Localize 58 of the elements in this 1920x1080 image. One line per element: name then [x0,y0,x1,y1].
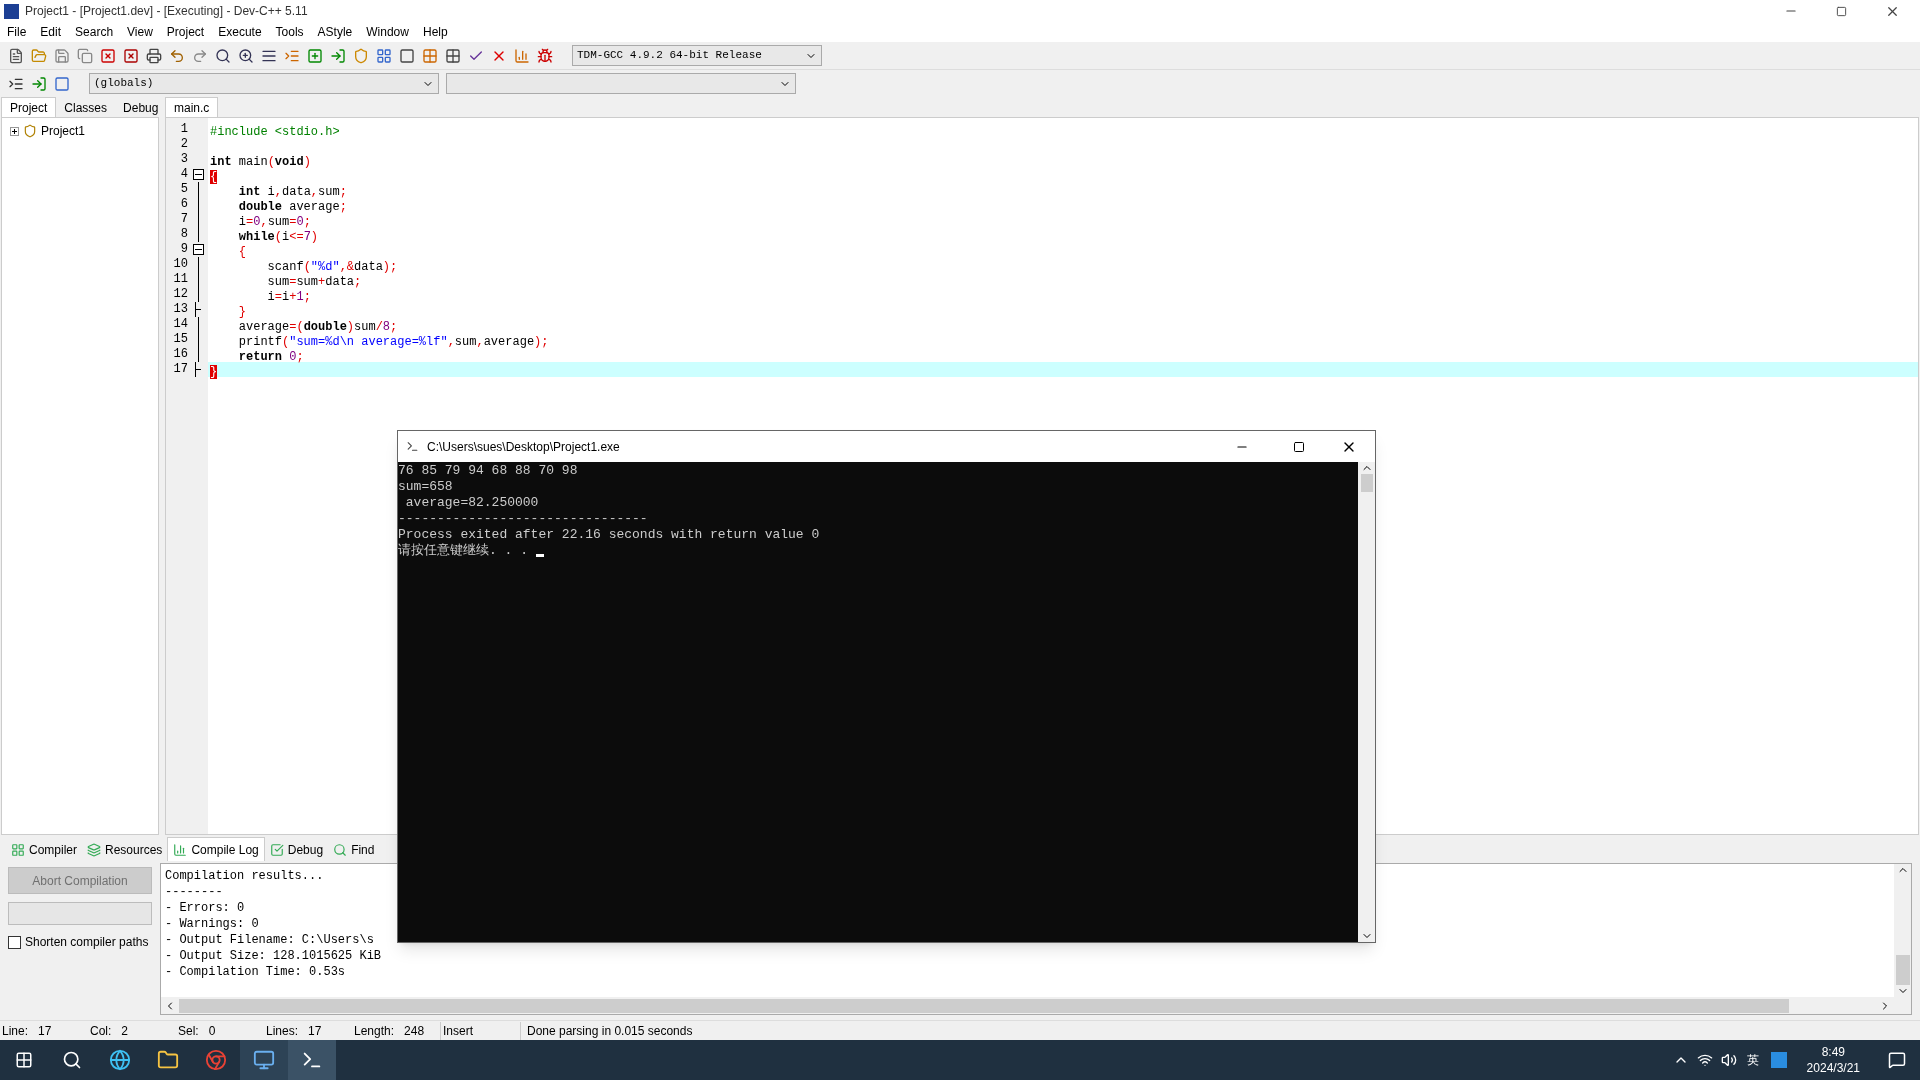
status-label: Line: [2,1022,29,1040]
line-number: 17 [172,362,189,377]
status-label: Length: [354,1022,395,1040]
code-line: i=i+1; [266,290,311,304]
line-number: 9 [179,242,189,257]
status-value: Done parsing in 0.015 seconds [527,1023,693,1038]
status-label: Col: [90,1022,112,1040]
log-line: - Errors: 0 [165,900,245,916]
status-value: 17 [38,1022,52,1040]
log-line: - Output Filename: C:\Users\s [165,932,374,948]
log-line: - Compilation Time: 0.53s [165,964,346,980]
line-number: 7 [179,212,189,227]
line-number: 11 [172,272,189,287]
code-line: int i,data,sum; [237,185,347,199]
line-number: 12 [172,287,189,302]
code-line: #include <stdio.h> [210,125,340,139]
code-line: int main(void) [210,155,311,169]
line-number: 3 [179,152,189,167]
line-number: 10 [172,257,189,272]
line-number: 6 [179,197,189,212]
line-number: 4 [179,167,189,182]
code-line: } [237,305,246,319]
status-value: Insert [443,1023,473,1038]
line-number: 13 [172,302,189,317]
code-line: sum=sum+data; [266,275,362,289]
code-line: scanf("%d",&data); [266,260,398,274]
status-value: 2 [121,1022,129,1040]
console-output-line: average=82.250000 [404,495,539,511]
log-line: Compilation results... [165,868,324,884]
line-number: 14 [172,317,189,332]
log-line: - Warnings: 0 [165,916,259,932]
console-output-line: 76 85 79 94 68 88 70 98 [398,463,578,479]
status-label: Sel: [178,1022,199,1040]
console-title: C:\Users\sues\Desktop\Project1.exe [427,438,620,456]
line-number: 2 [179,137,189,152]
code-line: while(i<=7) [237,230,319,244]
console-output-line: 请按任意键继续. . . [398,543,529,559]
code-line: { [237,245,246,259]
code-line: i=0,sum=0; [237,215,311,229]
code-line: printf("sum=%d\n average=%lf",sum,average); [237,335,549,349]
code-line: average=(double)sum/8; [237,320,398,334]
line-number: 5 [179,182,189,197]
log-line: -------- [165,884,223,900]
console-output-line: sum=658 [398,479,453,495]
status-value: 0 [208,1022,216,1040]
status-value: 17 [308,1022,322,1040]
log-line: - Output Size: 128.1015625 KiB [165,948,382,964]
line-number: 15 [172,332,189,347]
status-value: 248 [404,1022,425,1040]
line-number: 1 [179,122,189,137]
console-output-line: -------------------------------- [398,511,648,527]
code-line: return 0; [237,350,304,364]
line-number: 8 [179,227,189,242]
code-line: double average; [237,200,347,214]
window-title: Project1 - [Project1.dev] - [Executing] - Dev-C++ 5.11 [25,3,308,20]
status-label: Lines: [266,1022,299,1040]
console-output-line: Process exited after 22.16 seconds with return value 0 [398,527,820,543]
line-number: 16 [172,347,189,362]
